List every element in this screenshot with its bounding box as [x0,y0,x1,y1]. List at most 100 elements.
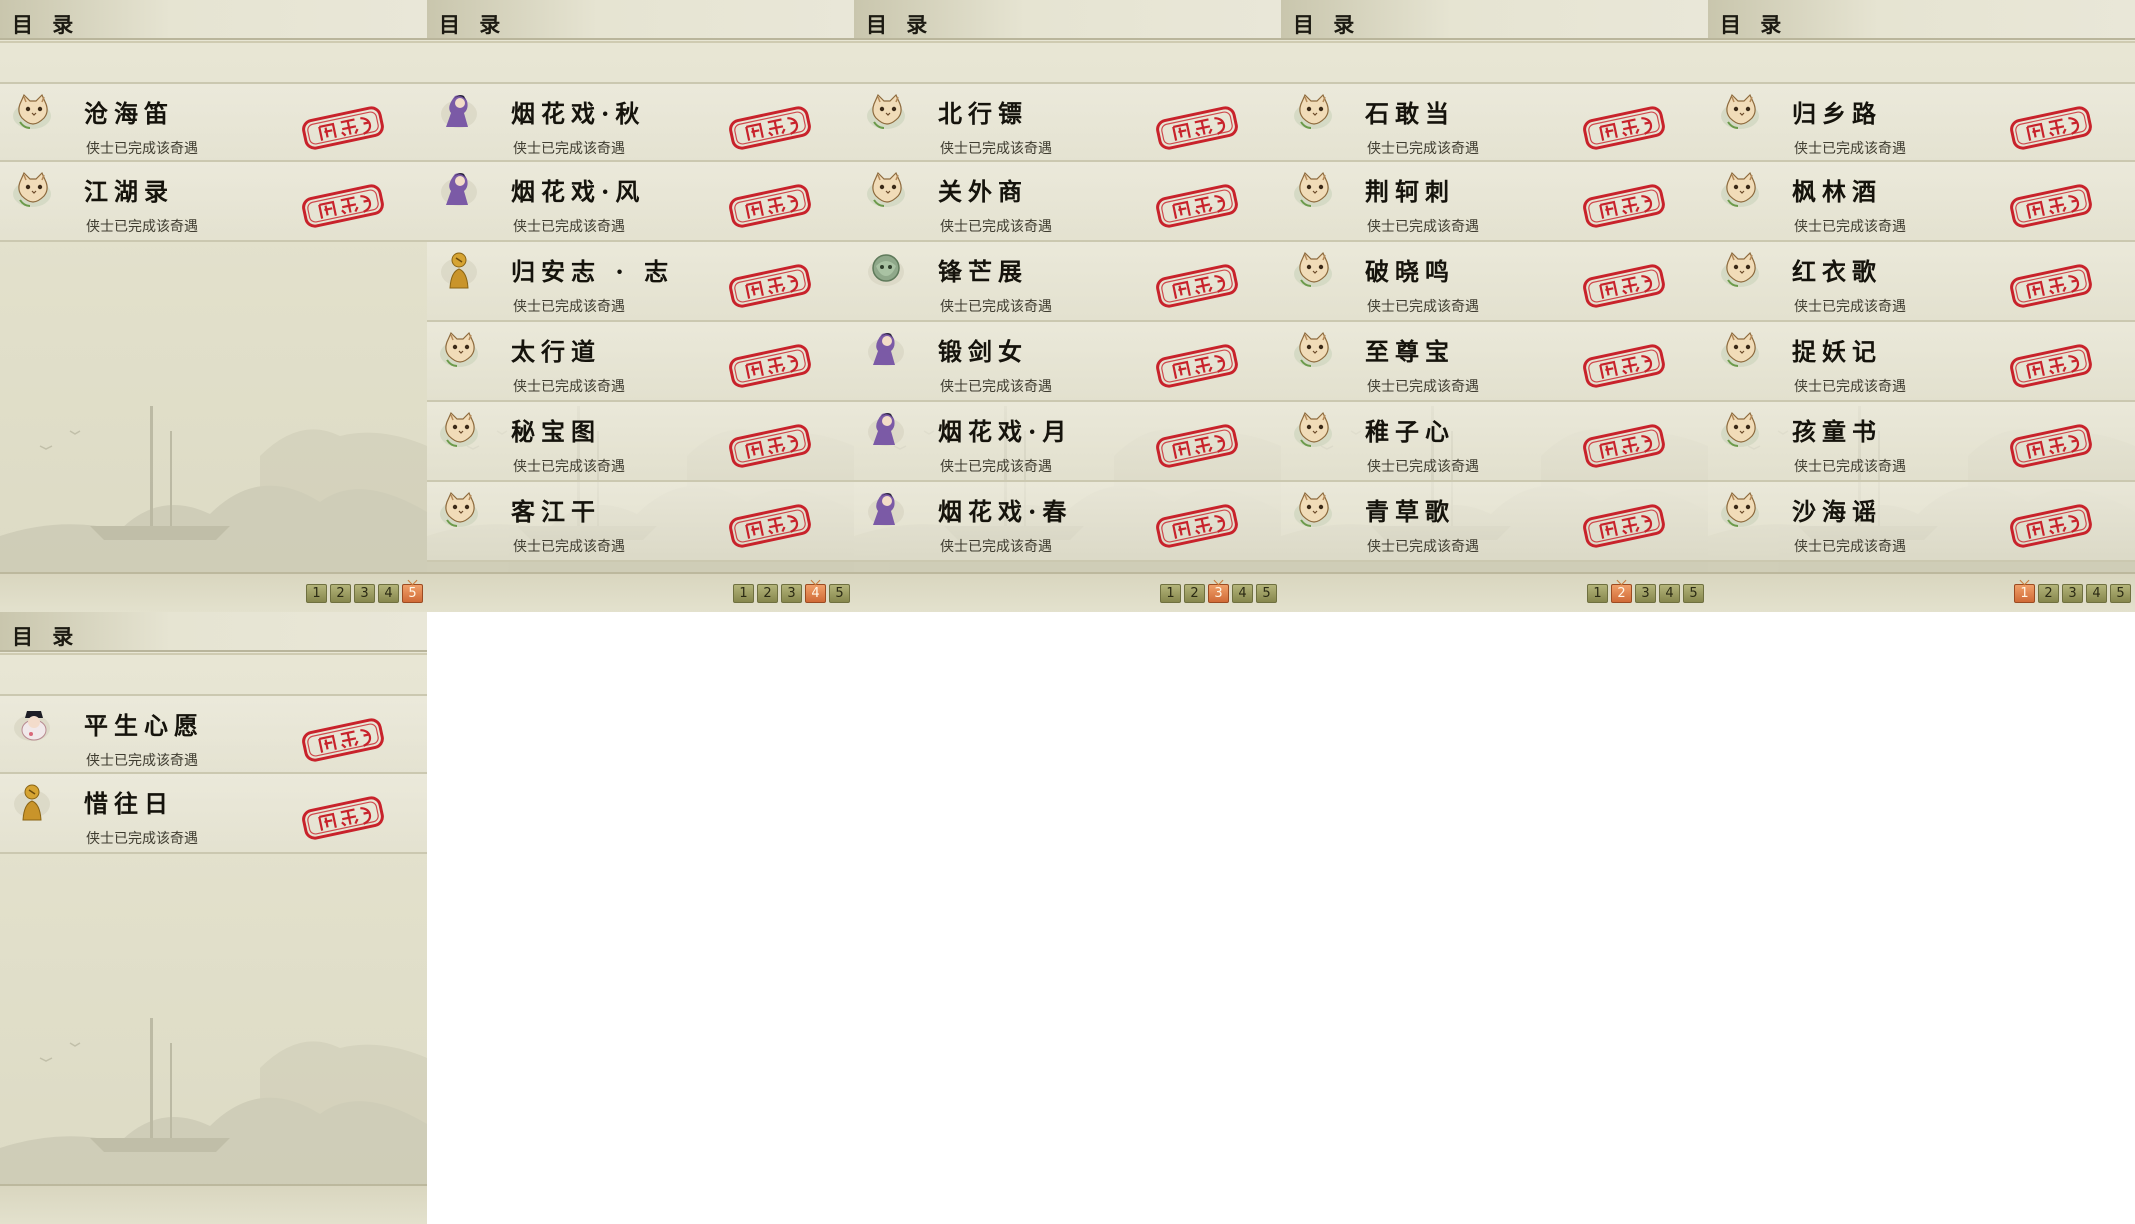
cat-avatar-icon [439,410,485,450]
adventure-list-item[interactable]: 荆轲刺侠士已完成该奇遇 [1281,162,1708,242]
adventure-list-item[interactable]: 破晓鸣 侠士已完成该奇遇 [1281,242,1708,322]
adventure-name: 秘宝图 [511,417,601,446]
page-button-1[interactable]: 1 [2014,584,2035,603]
adventure-list-item[interactable]: 烟花戏·风 侠士已完成该奇遇 [427,162,854,242]
page-button-1[interactable]: 1 [1160,584,1181,603]
cat-avatar-icon [1720,490,1766,530]
page-button-2[interactable]: 2 [757,584,778,603]
adventure-list-item[interactable]: 烟花戏·月 侠士已完成该奇遇 [854,402,1281,482]
page-button-3[interactable]: 3 [354,584,375,603]
adventure-status: 侠士已完成该奇遇 [1367,219,1479,235]
adventure-list-item[interactable]: 枫林酒 侠士已完成该奇遇 [1708,162,2135,242]
adventure-status: 侠士已完成该奇遇 [86,831,198,847]
adventure-name: 荆轲刺 [1365,177,1455,206]
cat-avatar-icon [1293,250,1339,290]
adventure-list-item[interactable]: 太行道 侠士已完成该奇遇 [427,322,854,402]
pagination: 12345 [1587,584,1704,603]
pagination-bar: 12345 [854,572,1281,612]
adventure-status: 侠士已完成该奇遇 [1794,459,1906,475]
page-button-1[interactable]: 1 [306,584,327,603]
lady-avatar-icon [866,330,912,370]
adventure-list-item[interactable]: 客江干 侠士已完成该奇遇 [427,482,854,562]
adventure-list-item[interactable]: 石敢当 侠士已完成该奇遇 [1281,82,1708,162]
landscape-background [0,948,427,1188]
adventure-name: 平生心愿 [84,711,204,740]
adventure-list-item[interactable]: 锻剑女 侠士已完成该奇遇 [854,322,1281,402]
cat-avatar-icon [1720,330,1766,370]
page-button-4[interactable]: 4 [805,584,826,603]
adventure-list-item[interactable]: 沧海笛 侠士已完成该奇遇 [0,82,427,162]
cat-avatar-icon [1720,92,1766,132]
adventure-list-item[interactable]: 北行镖 侠士已完成该奇遇 [854,82,1281,162]
page-button-4[interactable]: 4 [378,584,399,603]
adventure-list-item[interactable]: 江湖录 侠士已完成该奇遇 [0,162,427,242]
adventure-status: 侠士已完成该奇遇 [1794,539,1906,555]
completed-stamp-icon [1579,504,1669,548]
adventure-name: 烟花戏·春 [938,497,1073,526]
page-button-5[interactable]: 5 [829,584,850,603]
completed-stamp-icon [2006,184,2096,228]
page-button-3[interactable]: 3 [781,584,802,603]
completed-stamp-icon [1152,504,1242,548]
page-button-5[interactable]: 5 [2110,584,2131,603]
adventure-status: 侠士已完成该奇遇 [1367,299,1479,315]
pagination: 12345 [1160,584,1277,603]
page-button-2[interactable]: 2 [1611,584,1632,603]
completed-stamp-icon [298,184,388,228]
adventure-list-item[interactable]: 秘宝图 侠士已完成该奇遇 [427,402,854,482]
page-button-3[interactable]: 3 [1635,584,1656,603]
adventure-list-item[interactable]: 青草歌 侠士已完成该奇遇 [1281,482,1708,562]
adventure-list-item[interactable]: 关外商 侠士已完成该奇遇 [854,162,1281,242]
adventure-list-item[interactable]: 惜往日侠士已完成该奇遇 [0,774,427,854]
page-button-3[interactable]: 3 [2062,584,2083,603]
cat-avatar-icon [866,92,912,132]
panel-header: 目 录 [1281,0,1708,43]
adventure-list-item[interactable]: 归乡路 侠士已完成该奇遇 [1708,82,2135,162]
cat-avatar-icon [439,330,485,370]
page-button-2[interactable]: 2 [330,584,351,603]
completed-stamp-icon [725,344,815,388]
lady-avatar-icon [439,92,485,132]
adventure-name: 青草歌 [1365,497,1455,526]
adventure-name: 捉妖记 [1792,337,1882,366]
adventure-list-item[interactable]: 归安志 · 志侠士已完成该奇遇 [427,242,854,322]
adventure-list-item[interactable]: 捉妖记 侠士已完成该奇遇 [1708,322,2135,402]
pagination-bar: 12345 [1708,572,2135,612]
adventure-list-item[interactable]: 红衣歌 侠士已完成该奇遇 [1708,242,2135,322]
adventure-list-item[interactable]: 烟花戏·春 侠士已完成该奇遇 [854,482,1281,562]
adventure-name: 惜往日 [84,789,174,818]
adventure-status: 侠士已完成该奇遇 [940,219,1052,235]
page-button-4[interactable]: 4 [2086,584,2107,603]
catalog-title: 目 录 [1293,12,1361,37]
page-button-4[interactable]: 4 [1232,584,1253,603]
completed-stamp-icon [725,106,815,150]
page-button-2[interactable]: 2 [1184,584,1205,603]
adventure-list-item[interactable]: 沙海谣 侠士已完成该奇遇 [1708,482,2135,562]
adventure-list-item[interactable]: 烟花戏·秋 侠士已完成该奇遇 [427,82,854,162]
catalog-title: 目 录 [439,12,507,37]
adventure-status: 侠士已完成该奇遇 [1367,379,1479,395]
page-button-1[interactable]: 1 [1587,584,1608,603]
catalog-title: 目 录 [1720,12,1788,37]
pagination: 12345 [306,584,423,603]
completed-stamp-icon [1152,106,1242,150]
adventure-list-item[interactable]: 孩童书 侠士已完成该奇遇 [1708,402,2135,482]
completed-stamp-icon [1152,184,1242,228]
adventure-list-item[interactable]: 至尊宝 侠士已完成该奇遇 [1281,322,1708,402]
page-button-5[interactable]: 5 [1683,584,1704,603]
page-button-3[interactable]: 3 [1208,584,1229,603]
adventure-catalog-panel: 目 录 石敢当 侠士已完成该奇遇 荆轲刺 侠士已完成该奇遇 破晓鸣 侠士已完成该… [1281,0,1708,612]
catalog-title: 目 录 [12,12,80,37]
page-button-1[interactable]: 1 [733,584,754,603]
adventure-list: 石敢当 侠士已完成该奇遇 荆轲刺 侠士已完成该奇遇 破晓鸣 侠士已完成该奇遇 至… [1281,82,1708,562]
adventure-list-item[interactable]: 锋芒展 侠士已完成该奇遇 [854,242,1281,322]
adventure-list-item[interactable]: 稚子心 侠士已完成该奇遇 [1281,402,1708,482]
page-button-2[interactable]: 2 [2038,584,2059,603]
page-button-5[interactable]: 5 [402,584,423,603]
page-button-5[interactable]: 5 [1256,584,1277,603]
adventure-list-item[interactable]: 平生心愿 侠士已完成该奇遇 [0,694,427,774]
page-button-4[interactable]: 4 [1659,584,1680,603]
completed-stamp-icon [2006,424,2096,468]
adventure-name: 石敢当 [1365,99,1455,128]
panel-header: 目 录 [0,0,427,43]
